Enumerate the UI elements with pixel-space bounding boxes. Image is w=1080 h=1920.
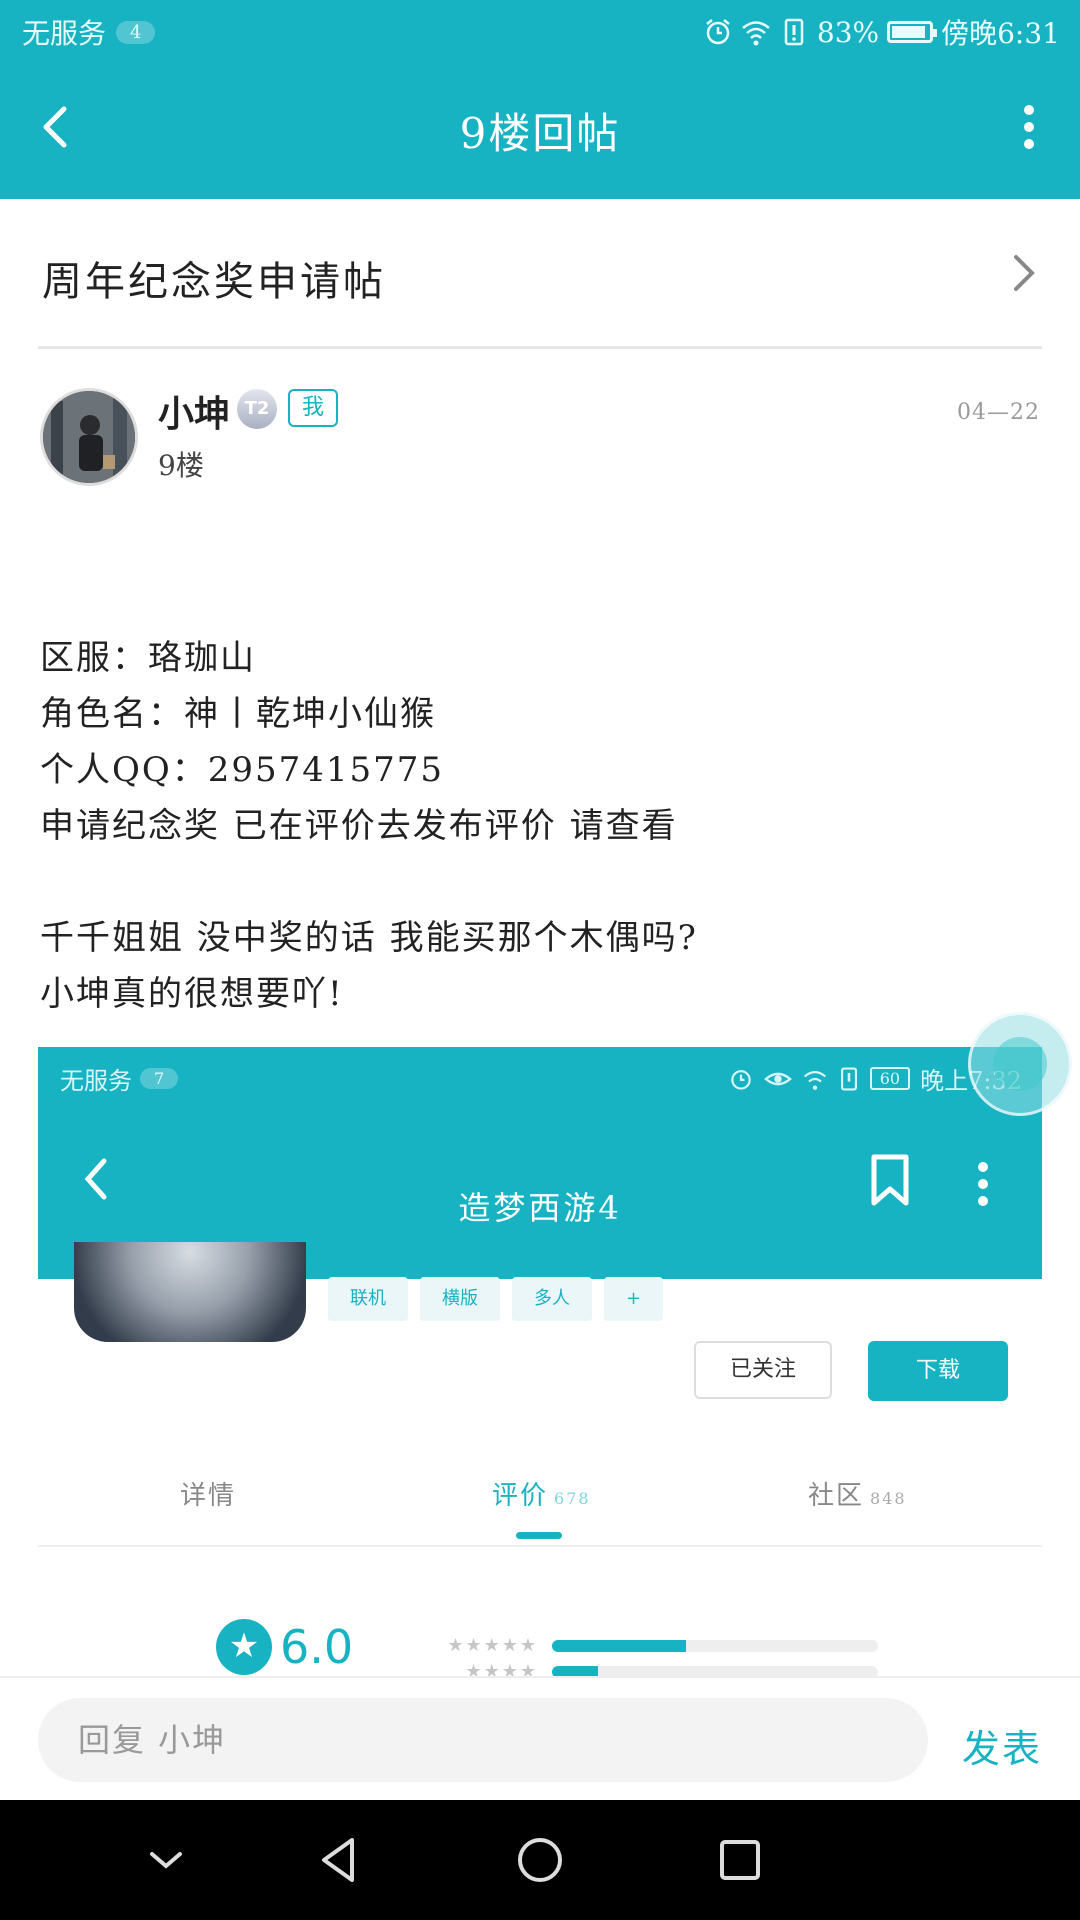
nav-home-icon[interactable]	[510, 1830, 570, 1890]
app-bar: 9楼回帖	[0, 62, 1080, 199]
embedded-follow-button: 已关注	[694, 1341, 832, 1399]
floor-number: 9楼	[158, 449, 204, 482]
floating-assistant-button[interactable]	[968, 1012, 1072, 1116]
embedded-eye-icon	[763, 1072, 792, 1085]
embedded-download-button: 下载	[868, 1341, 1008, 1401]
rating-stars: ★★★★★	[447, 1635, 538, 1656]
embedded-tab-details: 详情	[180, 1481, 237, 1511]
post-line: 个人QQ：2957415775	[40, 750, 445, 790]
embedded-tab-community: 社区 848	[808, 1481, 907, 1511]
thread-title: 周年纪念奖申请帖	[42, 259, 386, 305]
post-line: 申请纪念奖 已在评价去发布评价 请查看	[40, 806, 678, 846]
sim-alert-icon	[784, 18, 804, 46]
chevron-right-icon	[1014, 255, 1035, 291]
attached-screenshot[interactable]: 无服务 7 60 晚上7:32 造梦西游4 联机 横版 多人 + 已关注 下载 …	[38, 1047, 1042, 1677]
me-badge: 我	[288, 389, 338, 427]
post-line	[40, 854, 1040, 910]
embedded-wifi-icon	[803, 1070, 826, 1090]
score-value: 6.0	[280, 1620, 354, 1674]
send-button[interactable]: 发表	[962, 1718, 1042, 1773]
hide-keyboard-icon[interactable]	[136, 1830, 196, 1890]
embedded-count-badge: 7	[140, 1068, 179, 1089]
tag: 联机	[328, 1277, 408, 1321]
avatar[interactable]	[40, 388, 138, 486]
tag: 多人	[512, 1277, 592, 1321]
game-icon	[74, 1242, 306, 1342]
star-icon: ★	[216, 1619, 272, 1675]
battery-icon	[887, 21, 938, 43]
status-bar: 无服务 4 83% 傍晚6:31	[0, 0, 1080, 62]
embedded-sim-alert-icon	[840, 1067, 857, 1090]
post-line: 角色名：神丨乾坤小仙猴	[40, 694, 436, 734]
embedded-battery: 60	[869, 1067, 911, 1090]
author-name[interactable]: 小坤	[158, 385, 230, 437]
embedded-score: ★ 6.0	[216, 1619, 353, 1675]
carrier-text: 无服务	[22, 17, 107, 50]
embedded-status-bar: 无服务 7 60 晚上7:32	[38, 1047, 1042, 1105]
post-body: 区服：珞珈山 角色名：神丨乾坤小仙猴 个人QQ：2957415775 申请纪念奖…	[40, 630, 1040, 1022]
nav-back-icon[interactable]	[310, 1830, 370, 1890]
reply-bar: 发表	[0, 1676, 1080, 1800]
notification-count-badge: 4	[116, 20, 156, 44]
embedded-tab-reviews: 评价 678	[492, 1481, 591, 1511]
rating-row: ★★★★★	[428, 1635, 878, 1656]
level-badge: T2	[237, 389, 277, 429]
post-line: 小坤真的很想要吖!	[40, 974, 344, 1014]
reply-input[interactable]	[38, 1698, 928, 1782]
nav-recents-icon[interactable]	[710, 1830, 770, 1890]
more-options-icon[interactable]	[1014, 100, 1044, 154]
embedded-carrier: 无服务	[60, 1067, 132, 1095]
rating-row: ★★★★	[428, 1661, 878, 1677]
embedded-tag-list: 联机 横版 多人 +	[328, 1277, 664, 1321]
system-nav-bar	[0, 1800, 1080, 1920]
tag: 横版	[420, 1277, 500, 1321]
embedded-more-icon	[978, 1162, 988, 1206]
clock: 傍晚6:31	[941, 17, 1060, 50]
post-date: 04—22	[957, 400, 1040, 425]
alarm-icon	[706, 19, 730, 45]
page-title: 9楼回帖	[459, 109, 621, 158]
post-line: 区服：珞珈山	[40, 638, 256, 678]
wifi-icon	[742, 21, 770, 46]
rating-stars: ★★★★	[465, 1661, 538, 1677]
post-line: 千千姐姐 没中奖的话 我能买那个木偶吗?	[40, 918, 698, 958]
thread-title-row[interactable]: 周年纪念奖申请帖	[38, 199, 1042, 349]
embedded-alarm-icon	[730, 1069, 751, 1090]
embedded-tab-indicator	[516, 1532, 562, 1539]
bookmark-icon	[871, 1154, 909, 1206]
battery-percent: 83%	[816, 15, 880, 49]
tag: +	[604, 1277, 664, 1321]
rating-bar-fill	[552, 1639, 686, 1652]
